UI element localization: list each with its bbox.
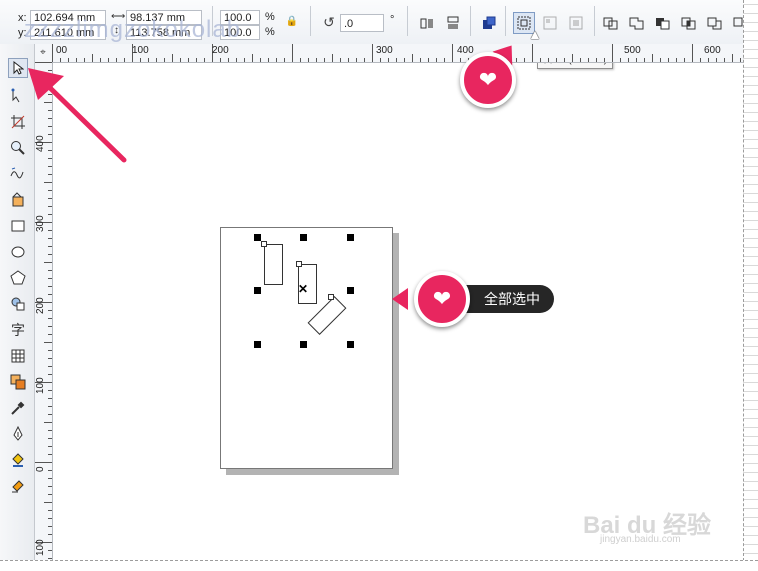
- node-handle[interactable]: [328, 294, 334, 300]
- property-bar: x: 102.694 mm y: 211.610 mm ⟷ 98.137 mm …: [0, 0, 744, 45]
- polygon-tool[interactable]: [8, 268, 28, 288]
- separator: [407, 6, 408, 36]
- mirror-vertical-icon[interactable]: [444, 14, 462, 32]
- torn-edge-right: [743, 0, 758, 571]
- selection-handle[interactable]: [300, 234, 307, 241]
- mirror-horizontal-icon[interactable]: [418, 14, 436, 32]
- ruler-label: 600: [704, 45, 721, 56]
- mouse-cursor-icon: ▲: [528, 26, 542, 42]
- selection-handle[interactable]: [347, 234, 354, 241]
- selection-handle[interactable]: [254, 341, 261, 348]
- rectangle-tool[interactable]: [8, 216, 28, 236]
- ruler-label: 500: [624, 45, 641, 56]
- ruler-label: 00: [56, 45, 68, 56]
- selection-handle[interactable]: [254, 234, 261, 241]
- selection-handle[interactable]: [254, 287, 261, 294]
- simplify-icon[interactable]: [706, 14, 724, 32]
- ruler-label: 200: [35, 297, 46, 314]
- interactive-tool[interactable]: [8, 372, 28, 392]
- pointer-arrow-annotation: [28, 68, 127, 163]
- node-handle[interactable]: [261, 241, 267, 247]
- heart-badge-icon: ❤: [460, 52, 516, 108]
- node-handle[interactable]: [296, 261, 302, 267]
- rotation-field[interactable]: .0: [340, 14, 384, 32]
- ruler-label: 0: [35, 466, 46, 472]
- arrange-icon[interactable]: [480, 14, 498, 32]
- degree-label: °: [390, 14, 395, 26]
- callout-pointer: [392, 288, 408, 310]
- separator: [594, 6, 595, 36]
- ruler-label: 100: [132, 45, 149, 56]
- intersect-icon[interactable]: [680, 14, 698, 32]
- separator: [470, 6, 471, 36]
- watermark-text: zzzzlimgzokokolab: [24, 16, 242, 43]
- percent-label: %: [265, 11, 275, 23]
- selection-handle[interactable]: [347, 341, 354, 348]
- fill-tool[interactable]: [8, 450, 28, 470]
- smart-fill-tool[interactable]: [8, 190, 28, 210]
- ruler-label: 300: [376, 45, 393, 56]
- ruler-label: 100: [35, 539, 46, 556]
- basic-shapes-tool[interactable]: [8, 294, 28, 314]
- ruler-label: 200: [212, 45, 229, 56]
- selection-handle[interactable]: [347, 287, 354, 294]
- rotation-icon: ↺: [323, 13, 335, 30]
- center-marker-icon: ✕: [298, 282, 309, 296]
- ungroup-all-icon[interactable]: [567, 14, 585, 32]
- ellipse-tool[interactable]: [8, 242, 28, 262]
- heart-badge-icon: ❤: [414, 271, 470, 327]
- weld-icon[interactable]: [628, 14, 646, 32]
- text-tool[interactable]: 字: [8, 320, 28, 340]
- trim-icon[interactable]: [654, 14, 672, 32]
- baidu-watermark-url: jingyan.baidu.com: [600, 534, 681, 545]
- separator: [505, 6, 506, 36]
- torn-edge-bottom: [0, 560, 758, 571]
- eyedropper-tool[interactable]: [8, 398, 28, 418]
- outline-pen-tool[interactable]: [8, 424, 28, 444]
- horizontal-ruler[interactable]: 00 100 200 300 400 500 600: [52, 44, 744, 63]
- percent-label: %: [265, 26, 275, 38]
- lock-ratio-icon[interactable]: 🔒: [283, 12, 301, 30]
- separator: [310, 6, 311, 36]
- ruler-label: 300: [35, 215, 46, 232]
- combine-icon[interactable]: [602, 14, 620, 32]
- rectangle-object[interactable]: [264, 244, 283, 285]
- selection-handle[interactable]: [300, 341, 307, 348]
- table-tool[interactable]: [8, 346, 28, 366]
- interactive-fill-tool[interactable]: [8, 476, 28, 496]
- ungroup-icon[interactable]: [541, 14, 559, 32]
- ruler-label: 100: [35, 377, 46, 394]
- ruler-label: 400: [457, 45, 474, 56]
